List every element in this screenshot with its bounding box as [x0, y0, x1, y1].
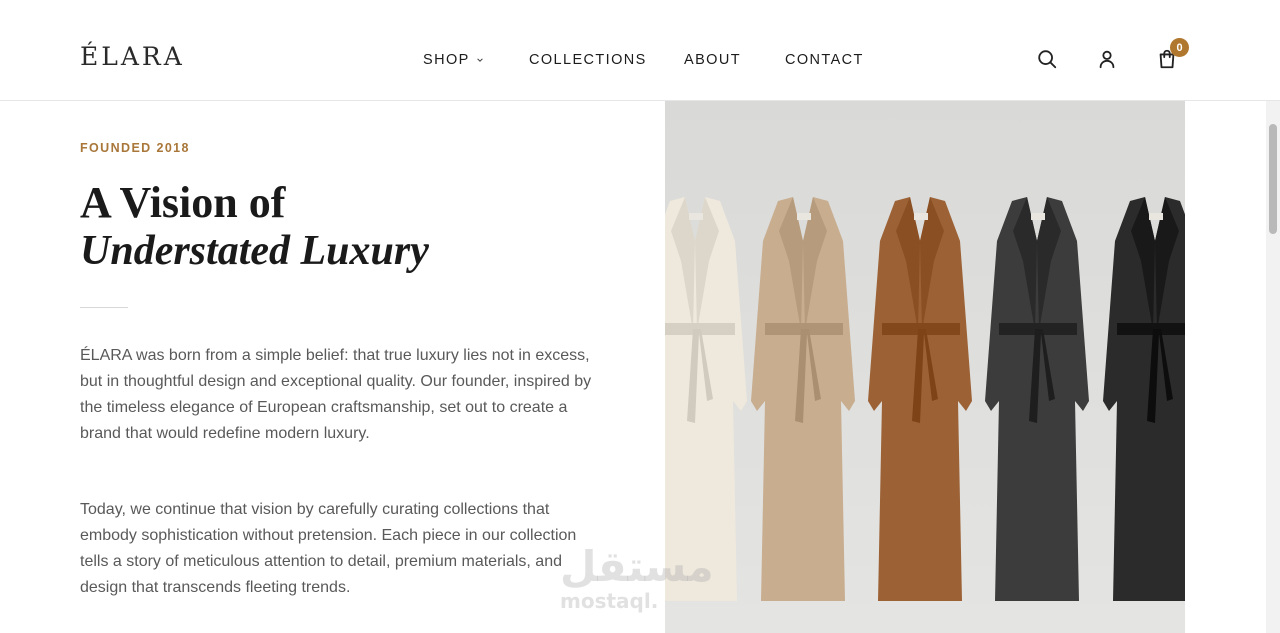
nav-shop[interactable]: SHOP — [423, 52, 484, 68]
scrollbar-thumb[interactable] — [1269, 124, 1277, 234]
cart-count-badge: 0 — [1170, 38, 1189, 57]
user-icon — [1099, 50, 1115, 69]
story-paragraph-1: ÉLARA was born from a simple belief: tha… — [80, 347, 592, 442]
site-header: ÉLARA SHOP COLLECTIONS ABOUT CONTACT 0 — [0, 0, 1280, 101]
nav-contact[interactable]: CONTACT — [785, 52, 864, 68]
story-paragraph-2: Today, we continue that vision by carefu… — [80, 501, 577, 596]
nav-about[interactable]: ABOUT — [684, 52, 741, 68]
story-paragraph-3-cutoff: . — [80, 623, 605, 633]
coat-2 — [751, 197, 855, 601]
coat-3 — [868, 197, 972, 601]
nav-about-label: ABOUT — [684, 52, 741, 68]
coat-1 — [665, 197, 747, 601]
brand-logo[interactable]: ÉLARA — [80, 42, 185, 71]
search-button[interactable] — [1036, 48, 1058, 70]
title-line-1: A Vision of — [80, 178, 286, 227]
account-button[interactable] — [1096, 48, 1118, 70]
coats-photo — [665, 101, 1185, 633]
page-title: A Vision of Understated Luxury — [80, 179, 429, 275]
coat-5 — [1103, 197, 1185, 601]
coats-illustration — [665, 101, 1185, 633]
section-divider — [80, 307, 128, 308]
nav-collections[interactable]: COLLECTIONS — [529, 52, 647, 68]
coat-4 — [985, 197, 1089, 601]
nav-shop-label: SHOP — [423, 52, 470, 68]
chevron-down-icon — [476, 58, 483, 62]
nav-collections-label: COLLECTIONS — [529, 52, 647, 68]
nav-contact-label: CONTACT — [785, 52, 864, 68]
search-icon — [1038, 50, 1057, 69]
title-line-2: Understated Luxury — [80, 228, 429, 274]
founded-eyebrow: FOUNDED 2018 — [80, 141, 190, 155]
